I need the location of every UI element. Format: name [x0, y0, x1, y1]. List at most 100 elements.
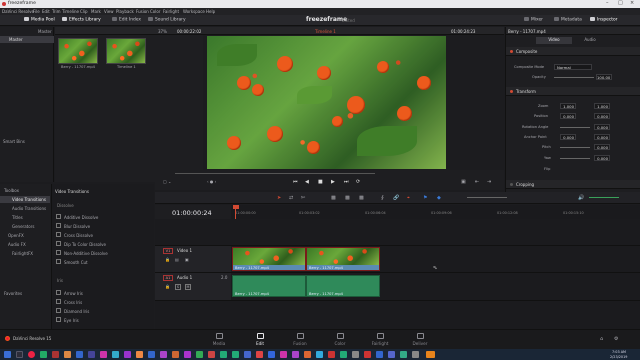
effect-item[interactable]: Non-Additive Dissolve [56, 250, 146, 258]
taskbar-app-icon[interactable] [232, 351, 239, 358]
zoom-x-field[interactable]: 1.000 [560, 103, 576, 109]
playhead-handle[interactable] [232, 205, 239, 209]
track-id-v1[interactable]: V1 [163, 248, 173, 254]
composite-mode-select[interactable]: Normal [554, 64, 592, 70]
effects-library-button[interactable]: Effects Library [62, 17, 101, 24]
taskbar-app-icon[interactable] [268, 351, 275, 358]
last-frame-button[interactable]: ⏭ [344, 179, 349, 185]
taskbar-app-icon[interactable] [280, 351, 287, 358]
anchor-y-field[interactable]: 0.000 [594, 134, 610, 140]
flag-icon[interactable]: ⚑ [423, 195, 427, 201]
section-toggle-icon[interactable] [510, 183, 513, 186]
loop-button[interactable]: ⟳ [356, 179, 360, 185]
maximize-button[interactable]: □ [618, 0, 623, 6]
taskbar-app-icon[interactable] [340, 351, 347, 358]
taskbar-app-icon[interactable] [328, 351, 335, 358]
menu-trim[interactable]: Trim [52, 9, 61, 14]
blade-tool-icon[interactable]: ✄ [301, 195, 305, 201]
prev-edit-icon[interactable]: ⇤ [475, 179, 479, 185]
track-id-a1[interactable]: A1 [163, 275, 173, 281]
anchor-x-field[interactable]: 0.000 [560, 134, 576, 140]
taskbar-app-icon[interactable] [100, 351, 107, 358]
taskbar-app-icon[interactable] [160, 351, 167, 358]
opacity-field[interactable]: 100.00 [596, 74, 612, 80]
viewer-frame[interactable] [207, 36, 446, 169]
taskbar-app-icon[interactable] [40, 351, 47, 358]
section-toggle-icon[interactable] [510, 90, 513, 93]
taskbar-app-icon[interactable] [352, 351, 359, 358]
clip-thumbnail-berry[interactable] [58, 38, 98, 64]
link-icon[interactable]: 🔗 [393, 195, 399, 201]
taskbar-app-icon[interactable] [148, 351, 155, 358]
effect-item[interactable]: Dip To Color Dissolve [56, 241, 146, 249]
lock-icon[interactable]: 🔒 [165, 284, 170, 289]
page-fairlight[interactable]: Fairlight [360, 331, 400, 349]
rotation-slider[interactable] [560, 127, 590, 128]
transform-section[interactable]: Transform [506, 87, 640, 96]
jog-icon[interactable]: ‹ ● › [207, 179, 216, 184]
next-edit-icon[interactable]: ⇥ [487, 179, 491, 185]
effect-item[interactable]: Arrow Iris [56, 290, 146, 298]
taskbar-app-icon[interactable] [88, 351, 95, 358]
effect-item[interactable]: Cross Dissolve [56, 232, 146, 240]
position-x-field[interactable]: 0.000 [560, 113, 576, 119]
effect-item[interactable]: Eye Iris [56, 317, 146, 325]
category-generators[interactable]: Generators [12, 224, 34, 229]
zoom-slider[interactable] [467, 197, 507, 198]
category-fairlightfx[interactable]: FairlightFX [12, 251, 33, 256]
category-audio-transitions[interactable]: Audio Transitions [12, 206, 46, 211]
selection-tool-icon[interactable]: ➤ [277, 195, 281, 201]
taskbar-app-icon[interactable] [364, 351, 371, 358]
snap-icon[interactable]: ∮ [381, 195, 384, 201]
favorites-label[interactable]: Favorites [4, 291, 22, 296]
close-button[interactable]: × [630, 0, 634, 6]
viewer-timecode-in[interactable]: 00:00:22:02 [177, 29, 201, 34]
tab-audio[interactable]: Audio [572, 37, 608, 44]
toolbox-label[interactable]: Toolbox [4, 188, 19, 193]
rotation-field[interactable]: 0.000 [594, 124, 610, 130]
menu-timeline[interactable]: Timeline [62, 9, 79, 14]
menu-clip[interactable]: Clip [80, 9, 88, 14]
taskbar-app-icon[interactable] [316, 351, 323, 358]
play-button[interactable]: ▶ [331, 179, 335, 185]
taskbar-app-icon[interactable] [400, 351, 407, 358]
match-frame-icon[interactable]: ▣ [461, 179, 466, 185]
yaw-field[interactable]: 0.000 [594, 155, 610, 161]
taskbar-app-icon[interactable] [256, 351, 263, 358]
crop-icon[interactable]: ▢ ⌄ [163, 179, 171, 184]
audio-clip[interactable]: Berry - 11707.mp4 [306, 275, 380, 297]
settings-icon[interactable]: ⚙ [614, 336, 618, 342]
effect-item[interactable]: Diamond Iris [56, 308, 146, 316]
menu-davinci[interactable]: DaVinci Resolve [2, 9, 34, 14]
taskbar-app-icon[interactable] [184, 351, 191, 358]
taskbar-app-icon[interactable] [208, 351, 215, 358]
media-pool-button[interactable]: Media Pool [24, 17, 55, 24]
mixer-button[interactable]: Mixer [524, 17, 543, 24]
taskbar-app-icon[interactable] [76, 351, 83, 358]
zoom-y-field[interactable]: 1.000 [594, 103, 610, 109]
taskbar-app-icon[interactable] [412, 351, 419, 358]
first-frame-button[interactable]: ⏮ [293, 179, 298, 185]
opacity-slider[interactable] [554, 77, 594, 78]
effect-item[interactable]: Cross Iris [56, 299, 146, 307]
menu-help[interactable]: Help [206, 9, 215, 14]
marker-icon[interactable]: ◆ [437, 195, 441, 201]
volume-icon[interactable]: 🔊 [578, 195, 584, 201]
volume-slider[interactable] [589, 197, 619, 198]
lock-icon[interactable]: 🔒 [165, 257, 170, 262]
page-color[interactable]: Color [320, 331, 360, 349]
replace-icon[interactable]: ▩ [359, 195, 364, 201]
clip-thumbnail-timeline[interactable] [106, 38, 146, 64]
taskbar-app-icon[interactable] [52, 351, 59, 358]
trim-tool-icon[interactable]: ⇄ [289, 195, 293, 201]
video-enable-icon[interactable]: ▣ [185, 257, 189, 262]
scrubber[interactable] [175, 173, 375, 174]
insert-icon[interactable]: ▩ [331, 195, 336, 201]
mute-button[interactable]: M [185, 284, 191, 290]
taskbar-app-icon[interactable] [112, 351, 119, 358]
viewer-zoom[interactable]: 37% [158, 29, 167, 34]
category-audio-fx[interactable]: Audio FX [8, 242, 26, 247]
viewer-timecode-out[interactable]: 01:00:24:23 [451, 29, 475, 34]
solo-button[interactable]: S [175, 284, 181, 290]
taskbar-app-icon[interactable] [124, 351, 131, 358]
